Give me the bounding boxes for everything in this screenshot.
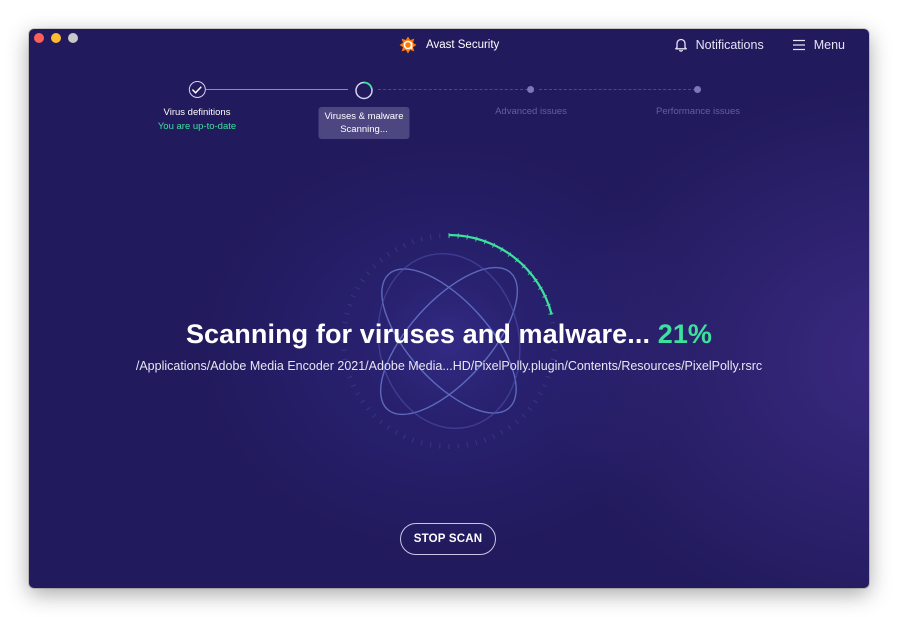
notifications-button[interactable]: Notifications — [674, 37, 764, 52]
pending-dot-icon — [694, 86, 702, 93]
hamburger-menu-icon — [792, 39, 805, 50]
close-window-button[interactable] — [34, 33, 44, 43]
top-actions: Notifications Menu — [674, 37, 845, 52]
zoom-window-button[interactable] — [68, 33, 78, 43]
step-virus-definitions: Virus definitions You are up-to-date — [158, 81, 236, 132]
spinner-icon — [355, 81, 373, 100]
app-title: Avast Security — [426, 39, 500, 51]
scan-headline: Scanning for viruses and malware... 21% — [29, 319, 869, 350]
menu-button[interactable]: Menu — [792, 38, 845, 52]
scan-percent: 21% — [657, 319, 713, 349]
bell-icon — [674, 38, 687, 52]
checkmark-icon — [188, 81, 206, 98]
menu-label: Menu — [813, 37, 845, 52]
step-label: Advanced issues — [495, 106, 567, 117]
minimize-window-button[interactable] — [51, 33, 61, 43]
scan-headline-text: Scanning for viruses and malware... — [185, 319, 651, 349]
step-status: Scanning... — [340, 124, 388, 135]
app-brand: Avast Security — [398, 35, 499, 55]
scan-steps: Virus definitions You are up-to-date Vir… — [29, 81, 869, 151]
app-window: Avast Security Notifications Menu Virus … — [29, 29, 869, 588]
notifications-label: Notifications — [695, 37, 764, 52]
step-viruses-malware: Viruses & malware Scanning... — [318, 81, 410, 139]
step-performance-issues: Performance issues — [656, 81, 740, 117]
window-controls — [34, 33, 78, 43]
step-label: Virus definitions — [163, 107, 231, 118]
avast-logo-icon — [399, 36, 417, 54]
current-scanned-file: /Applications/Adobe Media Encoder 2021/A… — [135, 359, 763, 373]
pending-dot-icon — [527, 86, 535, 93]
step-status: You are up-to-date — [157, 121, 237, 132]
step-advanced-issues: Advanced issues — [495, 81, 567, 117]
step-label: Performance issues — [656, 106, 740, 117]
active-step-box: Viruses & malware Scanning... — [318, 107, 410, 139]
step-label: Viruses & malware — [324, 111, 404, 122]
stop-scan-button[interactable]: STOP SCAN — [400, 523, 496, 555]
